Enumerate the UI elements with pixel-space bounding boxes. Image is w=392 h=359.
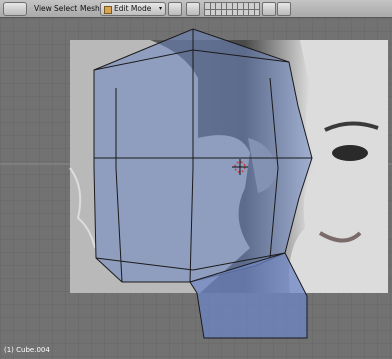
object-info: (1) Cube.004 — [4, 346, 50, 354]
layer-buttons[interactable] — [204, 2, 260, 16]
manipulator-icon[interactable] — [186, 2, 200, 16]
viewport-header: View Select Mesh Edit Mode ▾ — [0, 0, 392, 18]
render-icon[interactable] — [277, 2, 291, 16]
mode-dropdown[interactable]: Edit Mode ▾ — [100, 2, 166, 16]
lock-icon[interactable] — [262, 2, 276, 16]
menu-select[interactable]: Select — [54, 0, 77, 17]
mode-label: Edit Mode — [114, 4, 152, 13]
mesh-cube-icon — [104, 6, 112, 14]
3d-view-icon[interactable] — [3, 2, 27, 16]
chevron-down-icon: ▾ — [158, 5, 162, 12]
pivot-icon[interactable] — [168, 2, 182, 16]
menu-view[interactable]: View — [34, 0, 52, 17]
3d-viewport[interactable] — [0, 18, 392, 359]
menu-mesh[interactable]: Mesh — [80, 0, 100, 17]
